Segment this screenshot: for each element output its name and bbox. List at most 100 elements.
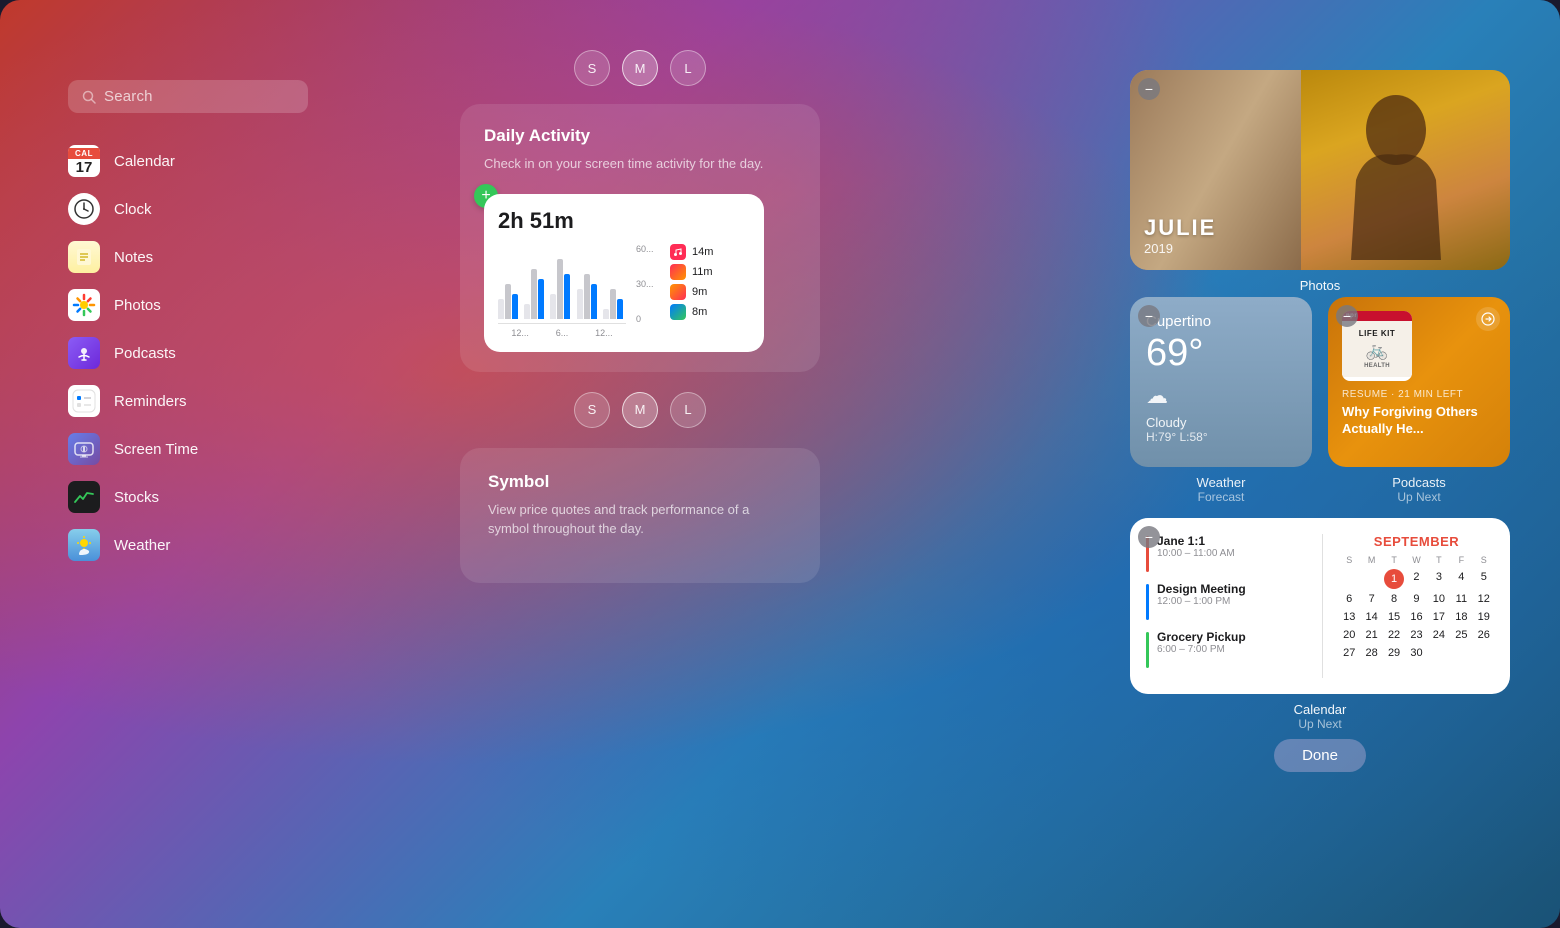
symbol-title: Symbol <box>488 472 792 492</box>
podcasts-widget-container: − npr LIFE KIT 🚲 HEAL <box>1328 297 1510 467</box>
podcasts-icon <box>68 337 100 369</box>
event-bar-2 <box>1146 584 1149 620</box>
size-btn-s-top[interactable]: S <box>574 50 610 86</box>
cal-day-5: 5 <box>1474 569 1494 589</box>
photos-person <box>1282 70 1510 270</box>
day-header-1: M <box>1361 555 1381 565</box>
cal-day-23: 23 <box>1406 627 1426 643</box>
weather-temp: 69° <box>1146 332 1296 375</box>
search-placeholder: Search <box>104 88 153 105</box>
weather-city: Cupertino <box>1146 313 1296 330</box>
cal-day-12: 12 <box>1474 591 1494 607</box>
sidebar: Search cal 17 Calendar Clock <box>68 80 308 569</box>
cal-day-4: 4 <box>1451 569 1471 589</box>
photos-icon <box>68 289 100 321</box>
photos-widget: JULIE 2019 <box>1130 70 1510 270</box>
cal-day-9: 9 <box>1406 591 1426 607</box>
weather-label-container: Weather Forecast <box>1130 475 1312 504</box>
search-icon <box>82 90 96 104</box>
y-label-3: 0 <box>636 314 660 324</box>
cal-days-header: S M T W T F S <box>1339 555 1494 565</box>
cal-day-21: 21 <box>1361 627 1381 643</box>
cal-day-26: 26 <box>1474 627 1494 643</box>
daily-activity-section: Daily Activity Check in on your screen t… <box>460 104 820 372</box>
day-header-3: W <box>1406 555 1426 565</box>
sidebar-label-clock: Clock <box>114 201 152 218</box>
done-button[interactable]: Done <box>1274 739 1366 772</box>
cal-day-6: 6 <box>1339 591 1359 607</box>
sidebar-item-reminders[interactable]: Reminders <box>68 377 308 425</box>
weather-condition: Cloudy <box>1146 415 1296 430</box>
event-details-2: Design Meeting 12:00 – 1:00 PM <box>1157 582 1246 607</box>
search-bar[interactable]: Search <box>68 80 308 113</box>
day-header-5: F <box>1451 555 1471 565</box>
cal-divider <box>1322 534 1323 678</box>
remove-calendar-button[interactable]: − <box>1138 526 1160 548</box>
sidebar-item-podcasts[interactable]: Podcasts <box>68 329 308 377</box>
cal-day-18: 18 <box>1451 609 1471 625</box>
sidebar-item-stocks[interactable]: Stocks <box>68 473 308 521</box>
symbol-section: Symbol View price quotes and track perfo… <box>460 448 820 583</box>
weather-main-label: Weather <box>1130 475 1312 490</box>
size-btn-l-top[interactable]: L <box>670 50 706 86</box>
weather-widget-container: − Cupertino 69° ☁ Cloudy H:79° L:58° <box>1130 297 1312 467</box>
daily-activity-title: Daily Activity <box>484 126 796 146</box>
sidebar-label-weather: Weather <box>114 537 170 554</box>
y-axis-labels: 60... 30... 0 <box>636 244 660 338</box>
remove-weather-button[interactable]: − <box>1138 305 1160 327</box>
sidebar-item-calendar[interactable]: cal 17 Calendar <box>68 137 308 185</box>
legend-value-music: 14m <box>692 246 713 258</box>
bike-icon: 🚲 <box>1366 340 1388 361</box>
calendar-widget-container: − Jane 1:1 10:00 – 11:00 AM Design <box>1130 518 1510 694</box>
podcast-share-icon[interactable] <box>1476 307 1500 331</box>
cal-day-22: 22 <box>1384 627 1404 643</box>
sidebar-item-notes[interactable]: Notes <box>68 233 308 281</box>
sidebar-item-clock[interactable]: Clock <box>68 185 308 233</box>
weather-range: H:79° L:58° <box>1146 430 1296 444</box>
calendar-events: Jane 1:1 10:00 – 11:00 AM Design Meeting… <box>1146 534 1306 678</box>
cal-day-29: 29 <box>1384 645 1404 661</box>
podcasts-label-container: Podcasts Up Next <box>1328 475 1510 504</box>
cloud-icon: ☁ <box>1146 383 1168 409</box>
sidebar-item-screentime[interactable]: Screen Time <box>68 425 308 473</box>
cal-event-3: Grocery Pickup 6:00 – 7:00 PM <box>1146 630 1306 668</box>
safari-legend-icon <box>670 304 686 320</box>
cal-event-1: Jane 1:1 10:00 – 11:00 AM <box>1146 534 1306 572</box>
photos2-legend-icon <box>670 284 686 300</box>
cal-day-28: 28 <box>1361 645 1381 661</box>
size-btn-l-bottom[interactable]: L <box>670 392 706 428</box>
y-label-1: 60... <box>636 244 660 254</box>
sidebar-label-stocks: Stocks <box>114 489 159 506</box>
remove-podcasts-button[interactable]: − <box>1336 305 1358 327</box>
right-column: − JULIE 2019 <box>1130 70 1510 772</box>
day-header-6: S <box>1474 555 1494 565</box>
cal-day-15: 15 <box>1384 609 1404 625</box>
size-btn-m-bottom[interactable]: M <box>622 392 658 428</box>
legend-item-safari: 8m <box>670 304 750 320</box>
cal-day-7: 7 <box>1361 591 1381 607</box>
remove-photos-button[interactable]: − <box>1138 78 1160 100</box>
photos-widget-label: Photos <box>1130 278 1510 293</box>
podcast-resume: RESUME · 21 MIN LEFT <box>1342 389 1496 400</box>
cal-days-grid: 1 2 3 4 5 6 7 8 9 10 11 12 13 <box>1339 569 1494 661</box>
calendar-label: Calendar Up Next <box>1130 702 1510 731</box>
size-btn-m-top[interactable]: M <box>622 50 658 86</box>
sidebar-item-weather[interactable]: Weather <box>68 521 308 569</box>
podcasts-main-label: Podcasts <box>1328 475 1510 490</box>
sidebar-item-photos[interactable]: Photos <box>68 281 308 329</box>
event-title-3: Grocery Pickup <box>1157 630 1246 644</box>
cal-day-27: 27 <box>1339 645 1359 661</box>
chart-legend: 14m 11m 9m <box>670 244 750 338</box>
legend-item-music: 14m <box>670 244 750 260</box>
legend-value-safari: 8m <box>692 306 707 318</box>
cal-day-30: 30 <box>1406 645 1426 661</box>
top-size-selector: S M L <box>460 50 820 86</box>
sidebar-label-calendar: Calendar <box>114 153 175 170</box>
event-bar-3 <box>1146 632 1149 668</box>
photos-overlay: JULIE 2019 <box>1144 215 1216 256</box>
cal-day-20: 20 <box>1339 627 1359 643</box>
size-btn-s-bottom[interactable]: S <box>574 392 610 428</box>
legend-item-photos: 11m <box>670 264 750 280</box>
sidebar-label-notes: Notes <box>114 249 153 266</box>
music-legend-icon <box>670 244 686 260</box>
